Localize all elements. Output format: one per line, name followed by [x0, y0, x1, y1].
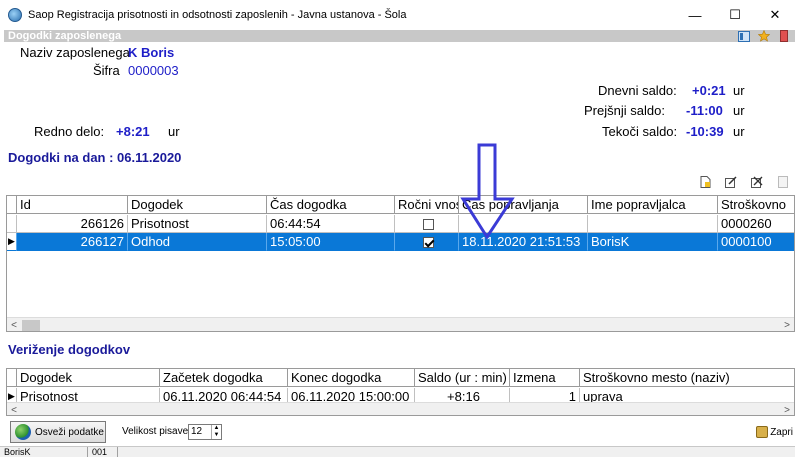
- table-row-selected[interactable]: ▶ 266127 Odhod 15:05:00 18.11.2020 21:51…: [7, 233, 794, 251]
- events-hscrollbar[interactable]: < >: [7, 317, 794, 332]
- manual-entry-checkbox[interactable]: [422, 237, 434, 249]
- daily-balance-label: Dnevni saldo:: [598, 83, 677, 98]
- previous-balance-unit: ur: [733, 103, 745, 118]
- minimize-button[interactable]: —: [675, 0, 715, 30]
- regular-work-value: +8:21: [116, 124, 150, 139]
- manual-entry-checkbox[interactable]: [422, 219, 434, 231]
- col-chain-balance[interactable]: Saldo (ur : min): [415, 369, 510, 387]
- edit-record-icon[interactable]: [725, 176, 737, 188]
- regular-work-label: Redno delo:: [34, 124, 105, 139]
- cell-corrector: BorisK: [588, 233, 718, 251]
- chain-grid-header: Dogodek Začetek dogodka Konec dogodka Sa…: [7, 369, 794, 387]
- close-window-button[interactable]: ✕: [755, 0, 795, 30]
- grid-toolbar: [699, 176, 789, 188]
- scroll-right-icon[interactable]: >: [780, 403, 794, 416]
- status-user: BorisK: [0, 447, 88, 457]
- events-section-title: Dogodki na dan : 06.11.2020: [8, 150, 182, 165]
- delete-record-icon[interactable]: [751, 176, 763, 188]
- font-size-stepper[interactable]: 12 ▲ ▼: [188, 424, 222, 440]
- cell-event-time: 15:05:00: [267, 233, 395, 251]
- favorite-star-icon[interactable]: [757, 30, 771, 42]
- previous-balance-label: Prejšnji saldo:: [584, 103, 665, 118]
- cell-cost: 0000260: [718, 215, 794, 233]
- col-cost[interactable]: Stroškovno: [718, 196, 794, 214]
- cell-correction-time: [459, 215, 588, 233]
- col-chain-event[interactable]: Dogodek: [17, 369, 160, 387]
- cell-corrector: [588, 215, 718, 233]
- employee-code-label: Šifra: [93, 63, 120, 78]
- chain-hscrollbar[interactable]: < >: [7, 402, 794, 416]
- top-icon-bar: [737, 30, 791, 42]
- daily-balance-value: +0:21: [692, 83, 726, 98]
- font-size-value: 12: [191, 426, 203, 437]
- refresh-label: Osveži podatke: [35, 426, 104, 438]
- col-event[interactable]: Dogodek: [128, 196, 267, 214]
- col-correction-time[interactable]: Čas popravljanja: [459, 196, 588, 214]
- status-bar: BorisK 001: [0, 446, 795, 457]
- exit-icon[interactable]: [777, 30, 791, 42]
- cell-event: Odhod: [128, 233, 267, 251]
- refresh-button[interactable]: Osveži podatke: [10, 421, 106, 443]
- new-record-icon[interactable]: [699, 176, 711, 188]
- app-icon: [8, 8, 22, 22]
- cell-cost: 0000100: [718, 233, 794, 251]
- chain-grid: Dogodek Začetek dogodka Konec dogodka Sa…: [6, 368, 795, 416]
- col-chain-start[interactable]: Začetek dogodka: [160, 369, 288, 387]
- previous-balance-value: -11:00: [686, 103, 723, 118]
- cell-event: Prisotnost: [128, 215, 267, 233]
- employee-name-label: Naziv zaposlenega: [20, 45, 130, 60]
- col-event-time[interactable]: Čas dogodka: [267, 196, 395, 214]
- chain-section-title: Veriženje dogodkov: [8, 342, 131, 357]
- form-title: Dogodki zaposlenega: [4, 30, 126, 42]
- daily-balance-unit: ur: [733, 83, 745, 98]
- row-pointer-icon: ▶: [7, 233, 17, 251]
- cell-event-time: 06:44:54: [267, 215, 395, 233]
- stepper-arrows-icon[interactable]: ▲ ▼: [211, 425, 221, 439]
- bottom-bar: Osveži podatke Velikost pisave: 12 ▲ ▼ Za…: [0, 421, 795, 445]
- current-balance-value: -10:39: [686, 124, 724, 139]
- close-door-icon: [756, 426, 769, 438]
- employee-code-value: 0000003: [128, 63, 179, 78]
- col-manual-entry[interactable]: Ročni vnos: [395, 196, 459, 214]
- window-controls: — ☐ ✕: [675, 0, 795, 30]
- maximize-button[interactable]: ☐: [715, 0, 755, 30]
- col-chain-cost-center[interactable]: Stroškovno mesto (naziv): [580, 369, 794, 387]
- employee-name-value: K Boris: [128, 45, 175, 60]
- col-chain-shift[interactable]: Izmena: [510, 369, 580, 387]
- font-size-label: Velikost pisave:: [122, 426, 191, 437]
- events-grid-header: Id Dogodek Čas dogodka Ročni vnos Čas po…: [7, 196, 794, 214]
- current-balance-label: Tekoči saldo:: [602, 124, 678, 139]
- cell-id: 266127: [17, 233, 128, 251]
- print-icon[interactable]: [777, 176, 789, 188]
- scroll-left-icon[interactable]: <: [7, 318, 21, 332]
- window-titlebar: Saop Registracija prisotnosti in odsotno…: [0, 0, 795, 30]
- col-chain-end[interactable]: Konec dogodka: [288, 369, 415, 387]
- current-balance-unit: ur: [733, 124, 745, 139]
- refresh-icon: [15, 424, 31, 440]
- table-row[interactable]: 266126 Prisotnost 06:44:54 0000260: [7, 215, 794, 233]
- col-corrector-name[interactable]: Ime popravljalca: [588, 196, 718, 214]
- cell-id: 266126: [17, 215, 128, 233]
- regular-work-unit: ur: [168, 124, 180, 139]
- scroll-left-icon[interactable]: <: [7, 403, 21, 416]
- close-form-button[interactable]: Zapri: [756, 426, 793, 438]
- layout-icon[interactable]: [737, 30, 751, 42]
- scroll-right-icon[interactable]: >: [780, 318, 794, 332]
- cell-manual-entry[interactable]: [395, 233, 459, 251]
- events-grid: Id Dogodek Čas dogodka Ročni vnos Čas po…: [6, 195, 795, 332]
- scroll-thumb[interactable]: [22, 320, 40, 331]
- window-title: Saop Registracija prisotnosti in odsotno…: [28, 9, 407, 21]
- cell-correction-time: 18.11.2020 21:51:53: [459, 233, 588, 251]
- cell-manual-entry[interactable]: [395, 215, 459, 233]
- status-code: 001: [88, 447, 118, 457]
- col-id[interactable]: Id: [17, 196, 128, 214]
- close-label: Zapri: [770, 426, 793, 438]
